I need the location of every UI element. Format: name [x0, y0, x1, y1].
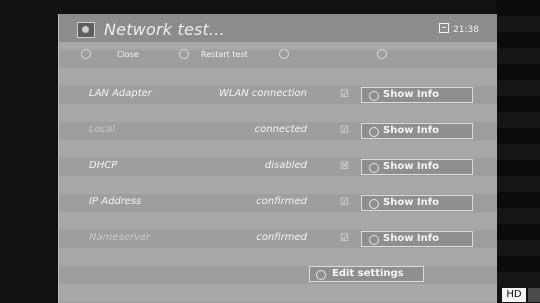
clock-icon	[439, 23, 450, 33]
row-local: Local connected ☑ Show Info	[59, 121, 497, 141]
edit-settings-button[interactable]: Edit settings	[309, 266, 424, 282]
row-lan-adapter: LAN Adapter WLAN connection ☑ Show Info	[59, 85, 497, 105]
row-value: disabled	[264, 160, 307, 171]
button-label: Show Info	[383, 161, 439, 172]
restart-label: Restart test	[201, 50, 248, 59]
yellow-menu-item[interactable]	[279, 49, 289, 59]
button-label: Show Info	[383, 233, 439, 244]
clock: 21:38	[439, 23, 479, 35]
network-test-panel: Network test... 21:38 Close Restart test…	[58, 14, 497, 303]
title-bar: Network test... 21:38	[59, 14, 497, 42]
row-label: IP Address	[89, 196, 142, 207]
restart-test-menu-item[interactable]: Restart test	[179, 49, 248, 59]
row-label: Nameserver	[89, 232, 151, 243]
radio-icon	[369, 127, 379, 137]
row-value: WLAN connection	[218, 88, 307, 99]
radio-icon	[369, 91, 379, 101]
button-label: Show Info	[383, 89, 439, 100]
show-info-button[interactable]: Show Info	[361, 231, 473, 247]
show-info-button[interactable]: Show Info	[361, 195, 473, 211]
clock-time: 21:38	[453, 25, 479, 35]
radio-icon	[369, 199, 379, 209]
row-nameserver: Nameserver confirmed ☑ Show Info	[59, 229, 497, 249]
cross-icon: ☒	[340, 161, 349, 172]
action-menu: Close Restart test	[59, 46, 497, 64]
edit-settings-label: Edit settings	[332, 268, 404, 279]
close-label: Close	[117, 50, 139, 59]
blue-menu-item[interactable]	[377, 49, 387, 59]
settings-icon	[77, 22, 95, 38]
radio-icon	[369, 163, 379, 173]
row-value: confirmed	[256, 196, 307, 207]
show-info-button[interactable]: Show Info	[361, 159, 473, 175]
row-label: Local	[89, 124, 116, 135]
yellow-dot-icon	[279, 49, 289, 59]
panel-title: Network test...	[104, 20, 225, 39]
radio-icon	[316, 270, 326, 280]
check-icon: ☑	[340, 89, 349, 100]
red-dot-icon	[81, 49, 91, 59]
row-value: confirmed	[256, 232, 307, 243]
show-info-button[interactable]: Show Info	[361, 87, 473, 103]
check-icon: ☑	[340, 197, 349, 208]
show-info-button[interactable]: Show Info	[361, 123, 473, 139]
row-value: connected	[254, 124, 307, 135]
check-icon: ☑	[340, 233, 349, 244]
button-label: Show Info	[383, 197, 439, 208]
button-label: Show Info	[383, 125, 439, 136]
hd-indicator	[528, 288, 540, 302]
background-right	[496, 0, 540, 288]
green-dot-icon	[179, 49, 189, 59]
row-ip-address: IP Address confirmed ☑ Show Info	[59, 193, 497, 213]
blue-dot-icon	[377, 49, 387, 59]
hd-badge: HD	[502, 288, 526, 302]
tv-screen: Network test... 21:38 Close Restart test…	[0, 0, 540, 303]
row-dhcp: DHCP disabled ☒ Show Info	[59, 157, 497, 177]
row-label: LAN Adapter	[89, 88, 152, 99]
close-menu-item[interactable]: Close	[81, 49, 139, 59]
check-icon: ☑	[340, 125, 349, 136]
row-label: DHCP	[89, 160, 118, 171]
radio-icon	[369, 235, 379, 245]
